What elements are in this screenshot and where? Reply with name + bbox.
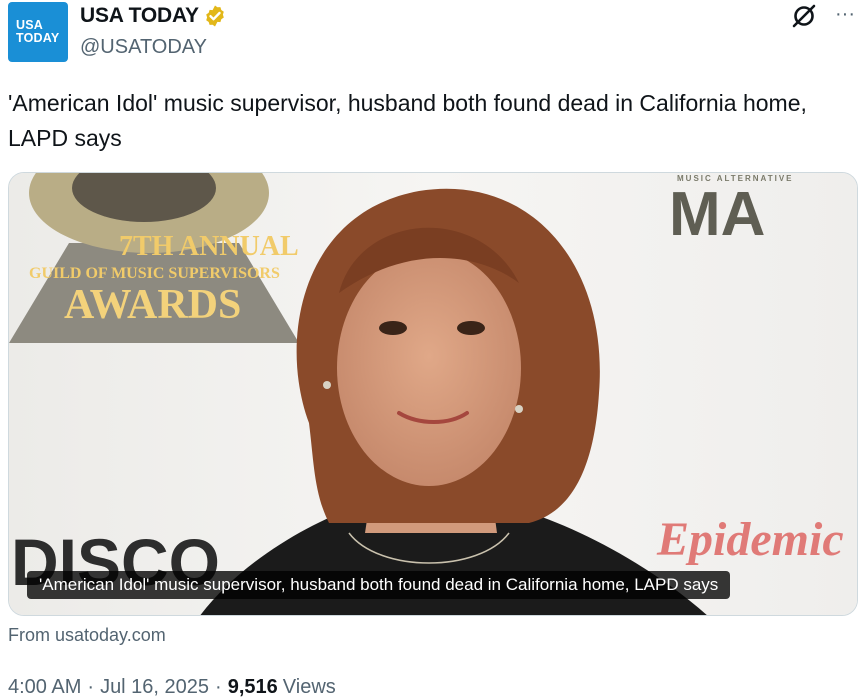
display-name[interactable]: USA TODAY [80,4,199,28]
verified-badge-icon [205,5,224,27]
views-count: 9,516 [227,676,278,698]
logo-ma-text: MA [669,180,765,249]
logo-epidemic-text: Epidemic [656,513,844,566]
more-icon[interactable]: ··· [832,0,858,28]
award-guild-text: GUILD OF MUSIC SUPERVISORS [29,265,280,282]
meta-separator: · [87,676,95,698]
grok-icon[interactable] [790,2,818,30]
award-title-text: AWARDS [64,282,241,328]
card-photo: 7TH ANNUAL GUILD OF MUSIC SUPERVISORS AW… [9,173,857,615]
card-caption: 'American Idol' music supervisor, husban… [27,571,731,599]
tweet-time[interactable]: 4:00 AM [8,676,81,699]
award-annual-text: 7TH ANNUAL [119,231,299,262]
views-label: Views [282,676,336,698]
tweet-meta: 4:00 AM · Jul 16, 2025 · 9,516 Views [8,676,336,699]
tweet-text: 'American Idol' music supervisor, husban… [8,90,807,151]
avatar-line2: TODAY [16,31,60,45]
author-handle[interactable]: @USATODAY [80,36,207,59]
avatar[interactable]: USA TODAY [8,2,68,62]
author-name-row: USA TODAY [80,4,227,28]
tweet-date[interactable]: Jul 16, 2025 [100,676,209,699]
link-card-image[interactable]: 7TH ANNUAL GUILD OF MUSIC SUPERVISORS AW… [8,172,858,616]
card-source-link[interactable]: From usatoday.com [8,625,166,646]
meta-separator: · [215,676,222,698]
